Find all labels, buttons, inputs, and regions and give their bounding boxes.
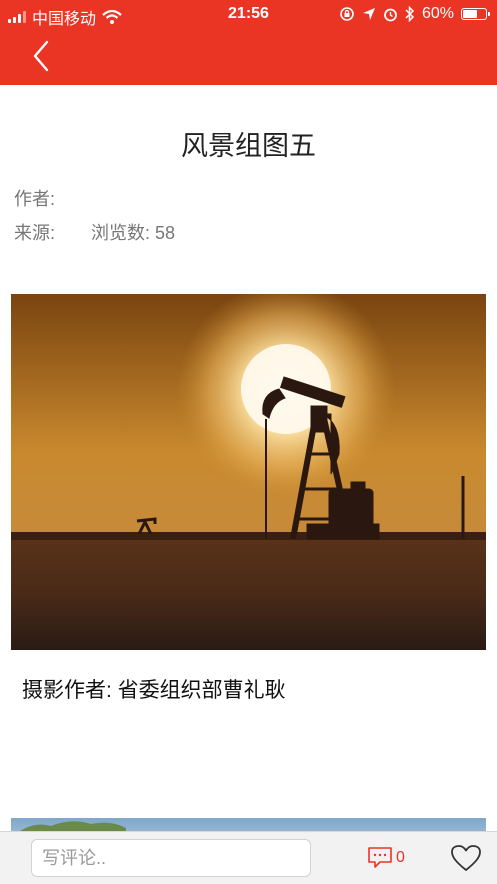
like-button[interactable] bbox=[450, 844, 482, 872]
article-title: 风景组图五 bbox=[181, 131, 316, 161]
battery-icon bbox=[461, 8, 490, 20]
photo-caption: 摄影作者: 省委组织部曹礼耿 bbox=[22, 679, 286, 702]
article-photo bbox=[11, 294, 486, 650]
source-line: 来源: 浏览数: 58 bbox=[14, 219, 175, 245]
comment-count: 0 bbox=[396, 849, 405, 866]
source-label: 来源: bbox=[14, 223, 56, 243]
view-count: 浏览数: 58 bbox=[91, 223, 176, 243]
location-icon bbox=[362, 8, 375, 20]
comments-button[interactable]: 0 bbox=[367, 846, 405, 870]
bluetooth-icon bbox=[405, 6, 415, 22]
header-bar: 中国移动 21:56 60% bbox=[0, 0, 497, 85]
status-bar: 中国移动 21:56 60% bbox=[0, 0, 497, 30]
comment-icon bbox=[368, 847, 392, 868]
orientation-lock-icon bbox=[340, 7, 354, 21]
chevron-left-icon bbox=[33, 40, 49, 72]
alarm-icon bbox=[384, 8, 397, 21]
battery-percent: 60% bbox=[421, 5, 454, 22]
comment-bar: 0 bbox=[0, 831, 497, 884]
comment-input[interactable] bbox=[31, 839, 311, 877]
back-button[interactable] bbox=[28, 38, 58, 74]
author-label: 作者: bbox=[14, 189, 56, 209]
heart-icon bbox=[451, 845, 481, 871]
author-line: 作者: bbox=[14, 185, 55, 211]
